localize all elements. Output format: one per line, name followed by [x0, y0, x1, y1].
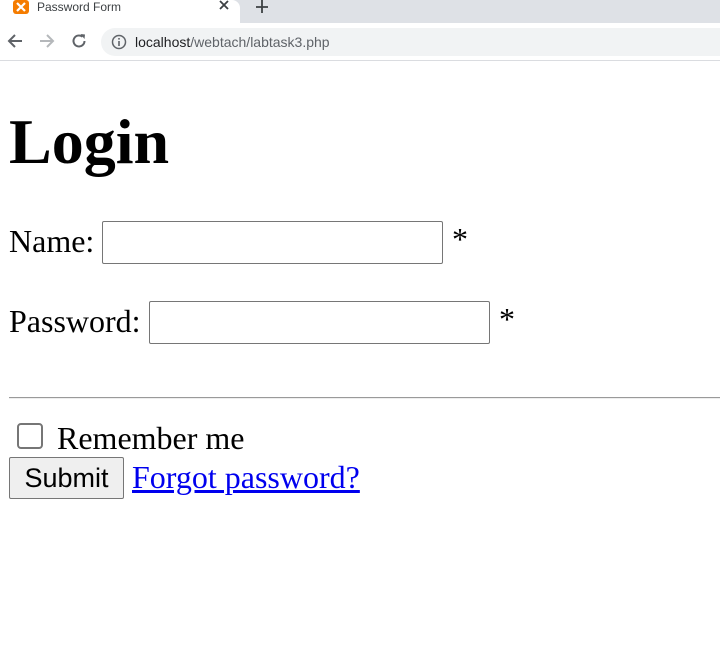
- password-label: Password:: [9, 303, 141, 339]
- new-tab-plus-icon[interactable]: [255, 0, 269, 14]
- tab-strip: Password Form: [0, 0, 720, 23]
- remember-me-checkbox[interactable]: [17, 423, 43, 449]
- name-label: Name:: [9, 223, 95, 259]
- name-required-marker: *: [452, 221, 468, 257]
- tab-title: Password Form: [37, 0, 122, 14]
- reload-icon[interactable]: [71, 33, 87, 49]
- xampp-icon: [13, 0, 29, 14]
- remember-me-label: Remember me: [57, 420, 245, 456]
- password-input[interactable]: [149, 301, 490, 344]
- submit-button[interactable]: Submit: [9, 457, 124, 499]
- info-icon[interactable]: [111, 34, 127, 50]
- password-required-marker: *: [499, 301, 515, 337]
- address-bar[interactable]: localhost/webtach/labtask3.php: [101, 28, 720, 56]
- url-host: localhost: [135, 34, 191, 50]
- browser-toolbar: localhost/webtach/labtask3.php: [0, 23, 720, 61]
- forward-arrow-icon[interactable]: [39, 33, 55, 49]
- close-icon[interactable]: [217, 0, 231, 14]
- browser-chrome: Password Form localhost/webtach/labtask3…: [0, 0, 720, 61]
- name-input[interactable]: [102, 221, 443, 264]
- back-arrow-icon[interactable]: [7, 33, 23, 49]
- active-tab[interactable]: Password Form: [0, 0, 240, 23]
- page-content: Login Name: * Password: * Remember me Su…: [0, 61, 720, 646]
- page-title: Login: [9, 106, 170, 177]
- horizontal-rule: [9, 397, 720, 399]
- url-text[interactable]: localhost/webtach/labtask3.php: [135, 34, 330, 50]
- url-path: /webtach/labtask3.php: [190, 34, 330, 50]
- forgot-password-link[interactable]: Forgot password?: [132, 458, 360, 496]
